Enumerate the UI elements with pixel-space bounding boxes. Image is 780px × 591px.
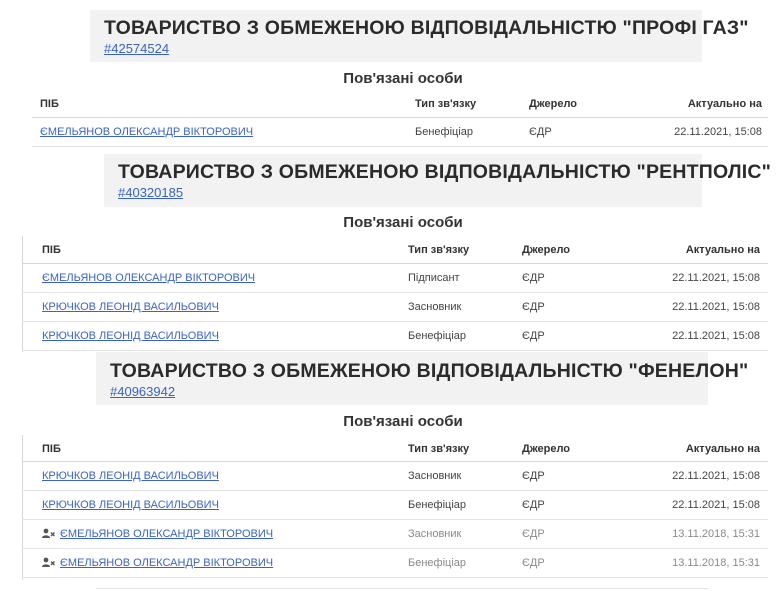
source: ЄДР xyxy=(522,499,545,511)
person-link[interactable]: ЄМЕЛЬЯНОВ ОЛЕКСАНДР ВІКТОРОВИЧ xyxy=(60,557,273,569)
bottom-divider xyxy=(96,588,708,589)
company-code-link[interactable]: #40320185 xyxy=(118,185,183,201)
actual-date: 22.11.2021, 15:08 xyxy=(672,272,760,284)
related-persons-table: ПІБ Тип зв'язку Джерело Актуально на ЄМЕ… xyxy=(32,90,768,147)
company-title: ТОВАРИСТВО З ОБМЕЖЕНОЮ ВІДПОВІДАЛЬНІСТЮ … xyxy=(118,161,772,183)
company-header: ТОВАРИСТВО З ОБМЕЖЕНОЮ ВІДПОВІДАЛЬНІСТЮ … xyxy=(104,154,772,207)
column-header-link-type: Тип зв'язку xyxy=(408,244,470,256)
user-removed-icon xyxy=(42,528,55,539)
section-title: Пов'язані особи xyxy=(343,214,463,231)
actual-date: 22.11.2021, 15:08 xyxy=(672,301,760,313)
source: ЄДР xyxy=(522,330,545,342)
actual-date: 22.11.2021, 15:08 xyxy=(672,470,760,482)
company-code-link[interactable]: #40963942 xyxy=(110,384,175,400)
column-header-actual-on: Актуально на xyxy=(685,244,760,256)
column-header-link-type: Тип зв'язку xyxy=(415,98,477,110)
company-code-link[interactable]: #42574524 xyxy=(104,41,169,57)
link-type: Підписант xyxy=(408,272,460,284)
column-header-actual-on: Актуально на xyxy=(687,98,762,110)
link-type: Бенефіціар xyxy=(408,499,467,511)
source: ЄДР xyxy=(522,528,545,540)
company-title: ТОВАРИСТВО З ОБМЕЖЕНОЮ ВІДПОВІДАЛЬНІСТЮ … xyxy=(104,17,749,39)
table-row: КРЮЧКОВ ЛЕОНІД ВАСИЛЬОВИЧ Засновник ЄДР … xyxy=(22,293,768,322)
person-link[interactable]: ЄМЕЛЬЯНОВ ОЛЕКСАНДР ВІКТОРОВИЧ xyxy=(60,528,273,540)
column-header-name: ПІБ xyxy=(40,98,59,110)
table-row: КРЮЧКОВ ЛЕОНІД ВАСИЛЬОВИЧ Бенефіціар ЄДР… xyxy=(22,322,768,351)
person-link[interactable]: КРЮЧКОВ ЛЕОНІД ВАСИЛЬОВИЧ xyxy=(42,330,219,342)
company-title: ТОВАРИСТВО З ОБМЕЖЕНОЮ ВІДПОВІДАЛЬНІСТЮ … xyxy=(110,360,749,382)
table-row: КРЮЧКОВ ЛЕОНІД ВАСИЛЬОВИЧ Бенефіціар ЄДР… xyxy=(22,491,768,520)
source: ЄДР xyxy=(529,126,552,138)
link-type: Засновник xyxy=(408,470,462,482)
company-header: ТОВАРИСТВО З ОБМЕЖЕНОЮ ВІДПОВІДАЛЬНІСТЮ … xyxy=(90,10,749,62)
related-persons-table: ПІБ Тип зв'язку Джерело Актуально на КРЮ… xyxy=(22,435,768,578)
source: ЄДР xyxy=(522,301,545,313)
link-type: Бенефіціар xyxy=(408,330,467,342)
actual-date: 13.11.2018, 15:31 xyxy=(672,557,760,569)
table-header-row: ПІБ Тип зв'язку Джерело Актуально на xyxy=(32,90,768,118)
person-link[interactable]: КРЮЧКОВ ЛЕОНІД ВАСИЛЬОВИЧ xyxy=(42,301,219,313)
actual-date: 22.11.2021, 15:08 xyxy=(672,330,760,342)
column-header-link-type: Тип зв'язку xyxy=(408,443,470,455)
link-type: Бенефіціар xyxy=(408,557,467,569)
column-header-source: Джерело xyxy=(529,98,578,110)
table-row: ЄМЕЛЬЯНОВ ОЛЕКСАНДР ВІКТОРОВИЧ Засновник… xyxy=(22,520,768,549)
table-header-row: ПІБ Тип зв'язку Джерело Актуально на xyxy=(22,236,768,264)
link-type: Засновник xyxy=(408,301,462,313)
column-header-actual-on: Актуально на xyxy=(685,443,760,455)
column-header-name: ПІБ xyxy=(42,443,61,455)
person-link[interactable]: КРЮЧКОВ ЛЕОНІД ВАСИЛЬОВИЧ xyxy=(42,499,219,511)
actual-date: 22.11.2021, 15:08 xyxy=(672,499,760,511)
section-title: Пов'язані особи xyxy=(343,70,463,87)
section-title: Пов'язані особи xyxy=(343,413,463,430)
link-type: Засновник xyxy=(408,528,462,540)
actual-date: 22.11.2021, 15:08 xyxy=(674,126,762,138)
table-row: КРЮЧКОВ ЛЕОНІД ВАСИЛЬОВИЧ Засновник ЄДР … xyxy=(22,462,768,491)
table-row: ЄМЕЛЬЯНОВ ОЛЕКСАНДР ВІКТОРОВИЧ Бенефіціа… xyxy=(32,118,768,147)
person-link[interactable]: ЄМЕЛЬЯНОВ ОЛЕКСАНДР ВІКТОРОВИЧ xyxy=(40,126,253,138)
actual-date: 13.11.2018, 15:31 xyxy=(672,528,760,540)
table-header-row: ПІБ Тип зв'язку Джерело Актуально на xyxy=(22,435,768,462)
table-row: ЄМЕЛЬЯНОВ ОЛЕКСАНДР ВІКТОРОВИЧ Бенефіціа… xyxy=(22,549,768,578)
company-header: ТОВАРИСТВО З ОБМЕЖЕНОЮ ВІДПОВІДАЛЬНІСТЮ … xyxy=(96,352,749,405)
user-removed-icon xyxy=(42,557,55,568)
source: ЄДР xyxy=(522,557,545,569)
source: ЄДР xyxy=(522,470,545,482)
column-header-source: Джерело xyxy=(522,443,571,455)
table-row: ЄМЕЛЬЯНОВ ОЛЕКСАНДР ВІКТОРОВИЧ Підписант… xyxy=(22,264,768,293)
column-header-name: ПІБ xyxy=(42,244,61,256)
source: ЄДР xyxy=(522,272,545,284)
link-type: Бенефіціар xyxy=(415,126,474,138)
person-link[interactable]: КРЮЧКОВ ЛЕОНІД ВАСИЛЬОВИЧ xyxy=(42,470,219,482)
person-link[interactable]: ЄМЕЛЬЯНОВ ОЛЕКСАНДР ВІКТОРОВИЧ xyxy=(42,272,255,284)
column-header-source: Джерело xyxy=(522,244,571,256)
related-persons-table: ПІБ Тип зв'язку Джерело Актуально на ЄМЕ… xyxy=(22,236,768,351)
